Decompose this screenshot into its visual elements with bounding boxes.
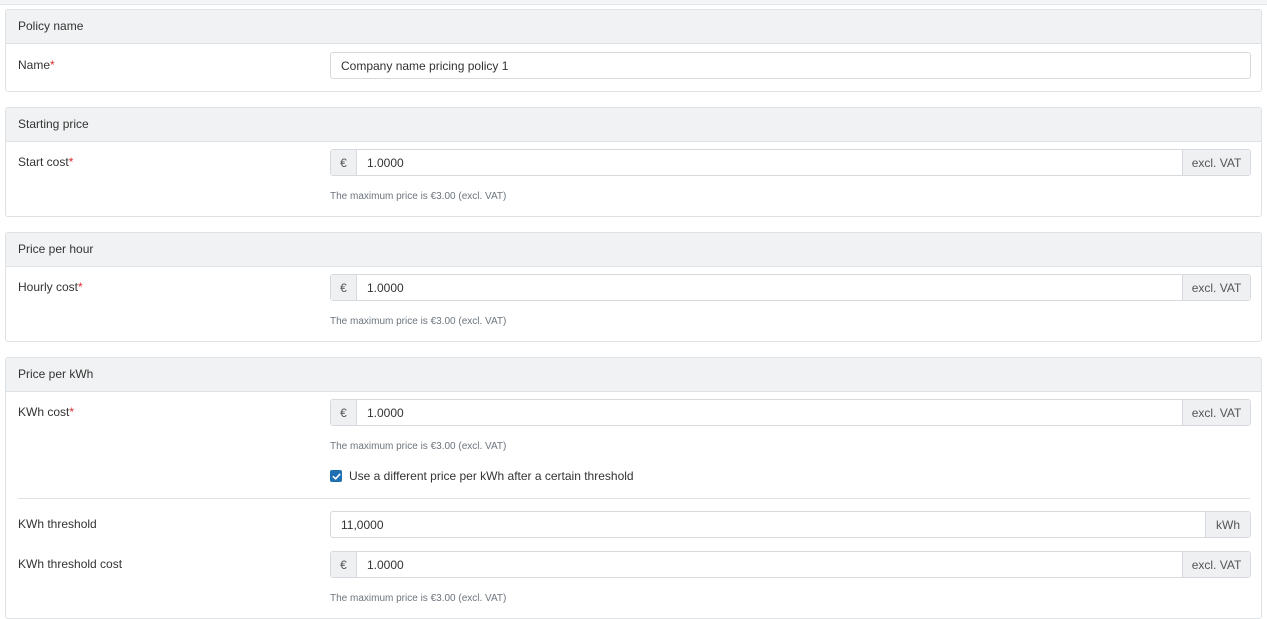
currency-prefix: € — [331, 552, 357, 577]
panel-title: Price per kWh — [6, 358, 1261, 392]
policy-name-value: Company name pricing policy 1 — [341, 58, 509, 73]
start-cost-input[interactable]: € 1.0000 excl. VAT — [330, 149, 1251, 176]
currency-prefix: € — [331, 400, 357, 425]
panel-title: Policy name — [6, 10, 1261, 44]
price-per-kwh-panel: Price per kWh KWh cost* € 1.0000 excl. V… — [5, 357, 1262, 619]
panel-title: Price per hour — [6, 233, 1261, 267]
vat-suffix: excl. VAT — [1182, 150, 1250, 175]
required-marker: * — [50, 58, 55, 72]
kwh-cost-input[interactable]: € 1.0000 excl. VAT — [330, 399, 1251, 426]
kwh-cost-label: KWh cost* — [18, 405, 75, 419]
vat-suffix: excl. VAT — [1182, 400, 1250, 425]
kwh-cost-value: 1.0000 — [367, 405, 404, 420]
currency-prefix: € — [331, 150, 357, 175]
vat-suffix: excl. VAT — [1182, 552, 1250, 577]
start-cost-label: Start cost* — [18, 155, 74, 169]
hourly-cost-value: 1.0000 — [367, 280, 404, 295]
hourly-cost-label: Hourly cost* — [18, 280, 83, 294]
kwh-threshold-value: 11,0000 — [341, 517, 384, 532]
kwh-cost-help: The maximum price is €3.00 (excl. VAT) — [330, 441, 507, 452]
currency-prefix: € — [331, 275, 357, 300]
price-per-hour-panel: Price per hour Hourly cost* € 1.0000 exc… — [5, 232, 1262, 342]
section-divider — [18, 498, 1250, 499]
kwh-suffix: kWh — [1205, 512, 1250, 537]
threshold-checkbox-row[interactable]: Use a different price per kWh after a ce… — [330, 469, 634, 483]
kwh-threshold-cost-label: KWh threshold cost — [18, 557, 123, 571]
starting-price-panel: Starting price Start cost* € 1.0000 excl… — [5, 107, 1262, 217]
required-marker: * — [69, 405, 75, 419]
top-edge — [0, 0, 1267, 5]
kwh-threshold-input[interactable]: 11,0000 kWh — [330, 511, 1251, 538]
start-cost-help: The maximum price is €3.00 (excl. VAT) — [330, 191, 507, 202]
hourly-cost-input[interactable]: € 1.0000 excl. VAT — [330, 274, 1251, 301]
threshold-checkbox-label: Use a different price per kWh after a ce… — [349, 469, 634, 483]
required-marker: * — [78, 280, 83, 294]
kwh-threshold-cost-value: 1.0000 — [367, 557, 404, 572]
kwh-threshold-cost-input[interactable]: € 1.0000 excl. VAT — [330, 551, 1251, 578]
kwh-threshold-cost-help: The maximum price is €3.00 (excl. VAT) — [330, 593, 507, 604]
hourly-cost-help: The maximum price is €3.00 (excl. VAT) — [330, 316, 507, 327]
panel-title: Starting price — [6, 108, 1261, 142]
policy-name-panel: Policy name Name* Company name pricing p… — [5, 9, 1262, 92]
vat-suffix: excl. VAT — [1182, 275, 1250, 300]
threshold-checkbox[interactable] — [330, 470, 342, 482]
policy-name-input[interactable]: Company name pricing policy 1 — [330, 52, 1251, 79]
kwh-threshold-label: KWh threshold — [18, 517, 97, 531]
check-icon — [332, 473, 341, 480]
required-marker: * — [68, 155, 74, 169]
name-label: Name* — [18, 58, 55, 72]
start-cost-value: 1.0000 — [367, 155, 404, 170]
